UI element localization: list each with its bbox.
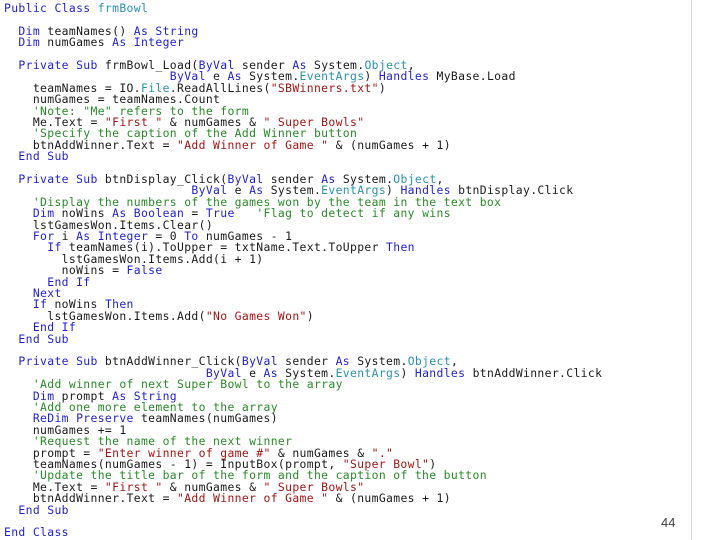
code-editor[interactable]: Public Class frmBowl Dim teamNames() As … bbox=[0, 0, 690, 540]
code-token: "SBWinners.txt" bbox=[270, 80, 379, 95]
code-token: "No Games Won" bbox=[205, 308, 307, 323]
code-token: & (numGames + 1) bbox=[328, 491, 451, 506]
code-token: ) bbox=[306, 308, 314, 323]
code-token: Public Class bbox=[4, 1, 98, 15]
code-token: End Sub bbox=[18, 331, 69, 346]
code-line: End Class bbox=[4, 527, 69, 538]
code-line: Dim numGames As Integer bbox=[4, 35, 185, 50]
code-token: Dim bbox=[18, 35, 41, 50]
code-token: End Sub bbox=[18, 502, 69, 517]
code-line: End Sub bbox=[4, 502, 69, 517]
code-token: "Add Winner of Game " bbox=[177, 137, 329, 152]
code-line: End Sub bbox=[4, 149, 69, 164]
code-line: End Sub bbox=[4, 331, 69, 346]
code-token: Handles bbox=[414, 365, 466, 380]
code-token: & (numGames + 1) bbox=[328, 137, 451, 152]
code-line: btnAddWinner.Text = "Add Winner of Game … bbox=[4, 491, 451, 506]
code-token: teamNames(numGames) bbox=[133, 411, 278, 426]
code-token: False bbox=[126, 263, 163, 278]
code-token: btnAddWinner.Click bbox=[465, 365, 603, 380]
code-token: As Integer bbox=[112, 35, 185, 50]
code-token: numGames bbox=[40, 35, 113, 50]
scroll-divider bbox=[691, 0, 692, 540]
code-token: "Add Winner of Game " bbox=[177, 491, 329, 506]
code-line: btnAddWinner.Text = "Add Winner of Game … bbox=[4, 137, 451, 152]
page-number: 44 bbox=[661, 515, 676, 530]
code-token: EventArgs bbox=[335, 365, 401, 380]
code-token: End Sub bbox=[18, 149, 69, 164]
code-token: Then bbox=[386, 240, 415, 255]
code-line: Public Class frmBowl bbox=[4, 1, 149, 15]
code-token: Handles bbox=[378, 69, 430, 84]
code-token: End Class bbox=[4, 525, 69, 540]
code-token: ) bbox=[400, 365, 415, 380]
code-token: 'Flag to detect if any wins bbox=[256, 206, 451, 221]
code-token: ) bbox=[378, 80, 387, 95]
code-token: frmBowl bbox=[97, 1, 149, 15]
code-token: MyBase.Load bbox=[429, 69, 516, 84]
